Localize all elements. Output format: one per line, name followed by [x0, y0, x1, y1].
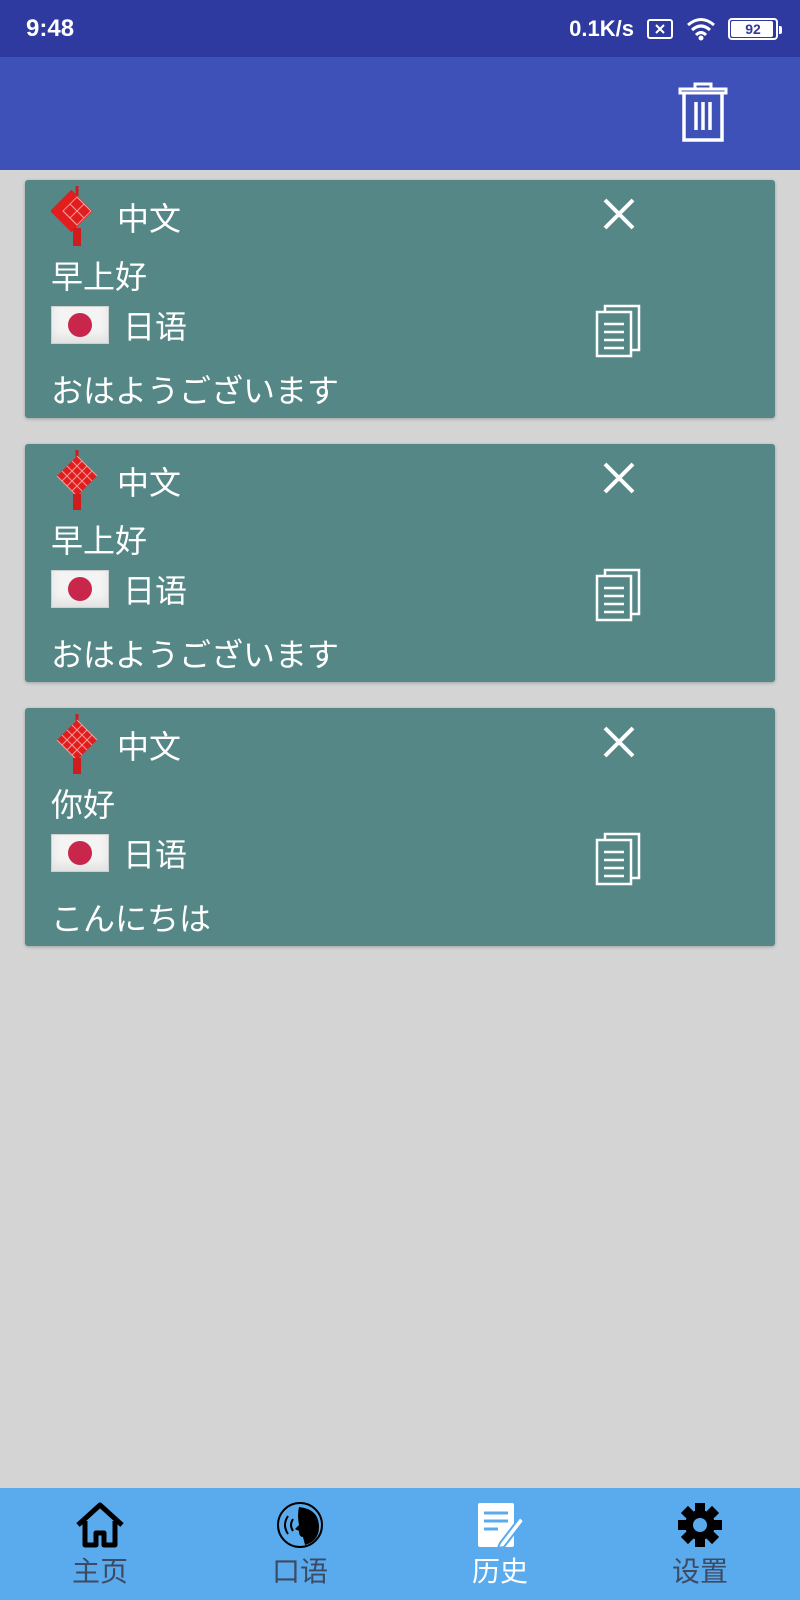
delete-entry-button[interactable]	[601, 724, 637, 760]
source-language-row: 中文	[51, 714, 181, 776]
nav-home-label: 主页	[71, 1555, 128, 1588]
bottom-nav: 主页 口语 历史 设置	[0, 1488, 800, 1600]
history-list: 中文 早上好 日语 おはようございます 中文 早上好 日语 おはようございます …	[25, 180, 775, 972]
japan-flag-icon	[51, 306, 109, 344]
source-language-row: 中文	[51, 186, 181, 248]
source-language-label: 中文	[117, 200, 182, 238]
source-text: 早上好	[51, 522, 148, 560]
status-time: 9:48	[26, 14, 75, 42]
delete-entry-button[interactable]	[601, 460, 637, 496]
home-icon	[74, 1500, 126, 1550]
translated-text: おはようございます	[51, 372, 340, 410]
battery-icon: 92	[728, 17, 782, 40]
nav-history[interactable]: 历史	[400, 1488, 600, 1600]
gear-icon	[677, 1500, 723, 1550]
nav-settings-label: 设置	[671, 1555, 728, 1588]
copy-icon	[595, 832, 641, 886]
target-language-row: 日语	[51, 302, 187, 348]
nav-speaking[interactable]: 口语	[200, 1488, 400, 1600]
source-language-row: 中文	[51, 450, 181, 512]
nav-speaking-label: 口语	[271, 1555, 328, 1588]
copy-icon	[595, 304, 641, 358]
japan-flag-icon	[51, 570, 109, 608]
speak-icon	[275, 1500, 325, 1550]
japan-flag-icon	[51, 834, 109, 872]
close-icon	[603, 726, 635, 758]
copy-translation-button[interactable]	[593, 832, 643, 886]
status-indicators: 0.1K/s 92	[569, 15, 782, 42]
copy-translation-button[interactable]	[593, 568, 643, 622]
close-icon	[603, 198, 635, 230]
chinese-knot-icon	[51, 186, 93, 246]
target-language-label: 日语	[123, 836, 188, 874]
close-icon	[603, 462, 635, 494]
nav-home[interactable]: 主页	[0, 1488, 200, 1600]
history-icon	[474, 1500, 526, 1550]
wifi-icon	[686, 17, 716, 41]
network-speed: 0.1K/s	[569, 15, 634, 41]
history-card[interactable]: 中文 早上好 日语 おはようございます	[25, 444, 775, 682]
history-card[interactable]: 中文 你好 日语 こんにちは	[25, 708, 775, 946]
target-language-row: 日语	[51, 566, 187, 612]
trash-icon	[678, 82, 728, 142]
chinese-knot-icon	[56, 450, 98, 510]
source-language-label: 中文	[117, 464, 182, 502]
status-bar: 9:48 0.1K/s 92	[0, 0, 800, 57]
sim-error-icon	[646, 18, 674, 40]
chinese-knot-icon	[56, 714, 98, 774]
battery-level: 92	[745, 20, 761, 37]
history-card[interactable]: 中文 早上好 日语 おはようございます	[25, 180, 775, 418]
copy-translation-button[interactable]	[593, 304, 643, 358]
clear-history-button[interactable]	[676, 82, 730, 144]
delete-entry-button[interactable]	[601, 196, 637, 232]
nav-settings[interactable]: 设置	[600, 1488, 800, 1600]
target-language-label: 日语	[123, 308, 188, 346]
target-language-row: 日语	[51, 830, 187, 876]
source-language-label: 中文	[117, 728, 182, 766]
nav-history-label: 历史	[471, 1555, 528, 1588]
app-bar	[0, 57, 800, 170]
target-language-label: 日语	[123, 572, 188, 610]
copy-icon	[595, 568, 641, 622]
translated-text: おはようございます	[51, 636, 340, 674]
source-text: 早上好	[51, 258, 148, 296]
translated-text: こんにちは	[51, 900, 212, 938]
source-text: 你好	[51, 786, 116, 824]
